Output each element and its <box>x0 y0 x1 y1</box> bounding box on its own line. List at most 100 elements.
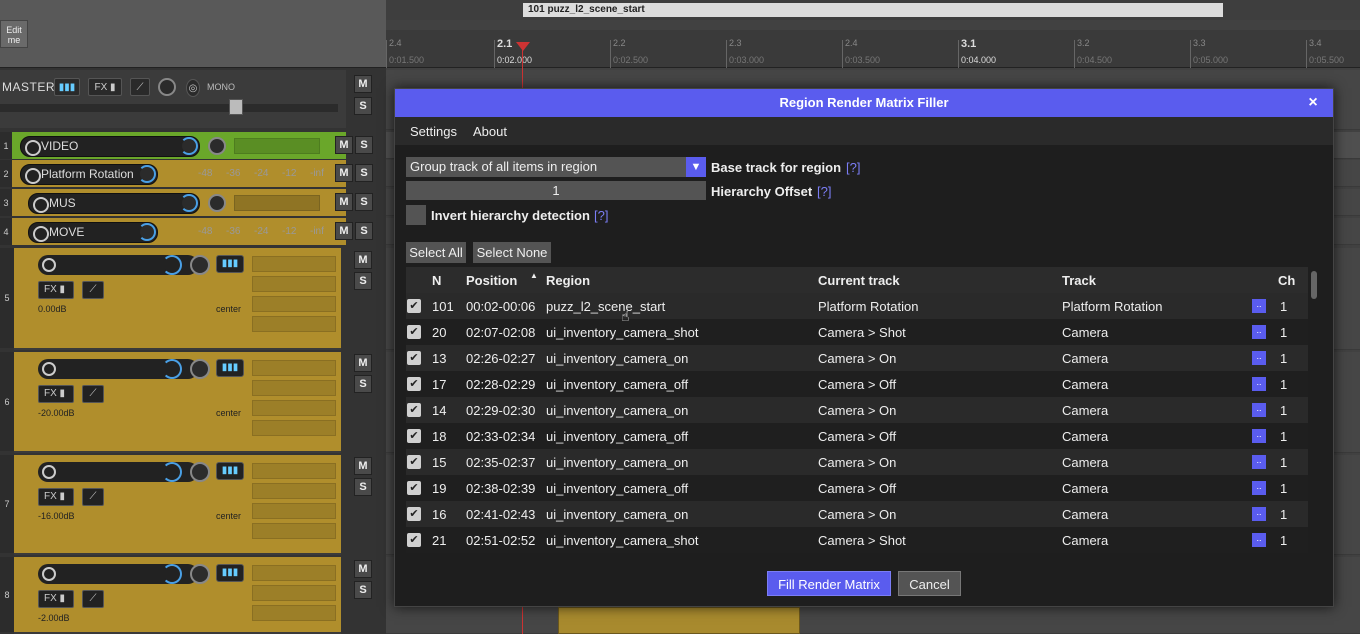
rec-knob[interactable] <box>162 462 182 482</box>
track-mus[interactable]: 3 MUS <box>0 189 346 216</box>
row-checkbox[interactable]: ✔ <box>407 351 421 365</box>
fx-slot[interactable] <box>252 585 336 601</box>
io-button[interactable]: ▮▮▮ <box>216 255 244 273</box>
track-2-solo-button[interactable]: S <box>355 164 373 182</box>
envelope-icon[interactable]: ⟋ <box>82 385 104 403</box>
fx-button[interactable]: FX ▮ <box>38 281 74 299</box>
volume-knob[interactable] <box>190 564 210 584</box>
fx-slot[interactable] <box>252 380 336 396</box>
track-picker-button[interactable]: .. <box>1252 377 1266 391</box>
volume-knob[interactable] <box>190 359 210 379</box>
invert-hierarchy-checkbox[interactable] <box>406 205 426 225</box>
select-none-button[interactable]: Select None <box>473 242 551 263</box>
track-picker-button[interactable]: .. <box>1252 481 1266 495</box>
fx-slot[interactable] <box>252 523 336 539</box>
base-track-dropdown[interactable]: Group track of all items in region ▼ <box>406 157 706 177</box>
row-checkbox[interactable]: ✔ <box>407 455 421 469</box>
fx-slot[interactable] <box>252 605 336 621</box>
fx-slot[interactable] <box>252 316 336 332</box>
row-checkbox[interactable]: ✔ <box>407 325 421 339</box>
track-5-mute-button[interactable]: M <box>354 251 372 269</box>
track-picker-button[interactable]: .. <box>1252 507 1266 521</box>
master-io-button[interactable]: ▮▮▮ <box>54 78 80 96</box>
playhead-marker-icon[interactable] <box>516 42 530 51</box>
track-6[interactable]: 6 ▮▮▮ FX ▮ ⟋ -20.00dB center <box>0 352 341 453</box>
envelope-icon[interactable]: ⟋ <box>82 590 104 608</box>
track-1-solo-button[interactable]: S <box>355 136 373 154</box>
track-picker-button[interactable]: .. <box>1252 325 1266 339</box>
chevron-down-icon[interactable]: ▼ <box>686 157 706 177</box>
track-3-solo-button[interactable]: S <box>355 193 373 211</box>
fx-slot[interactable] <box>252 420 336 436</box>
master-fader-handle[interactable] <box>229 99 243 115</box>
io-button[interactable]: ▮▮▮ <box>216 462 244 480</box>
mono-icon[interactable]: ◎ <box>186 79 200 97</box>
master-volume-knob[interactable] <box>158 78 176 96</box>
fx-slot[interactable] <box>252 565 336 581</box>
table-scrollbar[interactable] <box>1311 271 1317 299</box>
track-picker-button[interactable]: .. <box>1252 455 1266 469</box>
rec-knob[interactable] <box>162 359 182 379</box>
io-button[interactable]: ▮▮▮ <box>216 564 244 582</box>
fx-slot[interactable] <box>252 400 336 416</box>
fx-slot[interactable] <box>252 256 336 272</box>
fx-slot[interactable] <box>252 463 336 479</box>
fx-slot[interactable] <box>252 276 336 292</box>
table-row[interactable]: ✔ 13 02:26-02:27 ui_inventory_camera_on Came… <box>406 345 1308 371</box>
select-all-button[interactable]: Select All <box>406 242 466 263</box>
rec-knob[interactable] <box>162 255 182 275</box>
envelope-icon[interactable]: ⟋ <box>82 488 104 506</box>
volume-knob[interactable] <box>190 255 210 275</box>
track-5-solo-button[interactable]: S <box>354 272 372 290</box>
row-checkbox[interactable]: ✔ <box>407 403 421 417</box>
table-row[interactable]: ✔ 14 02:29-02:30 ui_inventory_camera_on Came… <box>406 397 1308 423</box>
track-picker-button[interactable]: .. <box>1252 351 1266 365</box>
track-7-solo-button[interactable]: S <box>354 478 372 496</box>
fx-slot[interactable] <box>252 483 336 499</box>
track-3-mute-button[interactable]: M <box>335 193 353 211</box>
hierarchy-offset-slider[interactable]: 1 <box>406 181 706 200</box>
volume-knob[interactable] <box>208 194 226 212</box>
fx-button[interactable]: FX ▮ <box>38 590 74 608</box>
table-row[interactable]: ✔ 18 02:33-02:34 ui_inventory_camera_off Cam… <box>406 423 1308 449</box>
row-checkbox[interactable]: ✔ <box>407 533 421 547</box>
edit-me-button[interactable]: Edit me <box>0 20 28 48</box>
invert-hierarchy-help[interactable]: [?] <box>594 208 608 223</box>
track-picker-button[interactable]: .. <box>1252 299 1266 313</box>
fx-button[interactable]: FX ▮ <box>38 488 74 506</box>
track-picker-button[interactable]: .. <box>1252 533 1266 547</box>
track-name[interactable]: MUS <box>28 193 200 214</box>
rec-knob[interactable] <box>138 223 156 241</box>
table-row[interactable]: ✔ 15 02:35-02:37 ui_inventory_camera_on Came… <box>406 449 1308 475</box>
hierarchy-offset-help[interactable]: [?] <box>817 184 831 199</box>
timeline-ruler[interactable]: 2.4 0:01.500 2.1 0:02.000 2.2 0:02.500 2… <box>386 30 1360 68</box>
fx-button[interactable]: FX ▮ <box>38 385 74 403</box>
cancel-button[interactable]: Cancel <box>898 571 961 596</box>
fill-render-matrix-button[interactable]: Fill Render Matrix <box>767 571 891 596</box>
track-6-solo-button[interactable]: S <box>354 375 372 393</box>
track-5[interactable]: 5 ▮▮▮ FX ▮ ⟋ 0.00dB center <box>0 248 341 350</box>
track-7-mute-button[interactable]: M <box>354 457 372 475</box>
base-track-help[interactable]: [?] <box>846 160 860 175</box>
table-row[interactable]: ✔ 101 00:02-00:06 puzz_l2_scene_start Platfo… <box>406 293 1308 319</box>
close-icon[interactable]: × <box>1303 93 1323 113</box>
volume-knob[interactable] <box>190 462 210 482</box>
table-row[interactable]: ✔ 19 02:38-02:39 ui_inventory_camera_off Cam… <box>406 475 1308 501</box>
fx-slot[interactable] <box>252 360 336 376</box>
table-row[interactable]: ✔ 21 02:51-02:52 ui_inventory_camera_shot Ca… <box>406 527 1308 553</box>
track-2-mute-button[interactable]: M <box>335 164 353 182</box>
row-checkbox[interactable]: ✔ <box>407 377 421 391</box>
master-track[interactable]: MASTER ▮▮▮ FX ▮ ⟋ ◎ MONO <box>0 70 346 128</box>
rec-knob[interactable] <box>162 564 182 584</box>
rec-knob[interactable] <box>180 137 198 155</box>
col-ch[interactable]: Ch <box>1278 273 1295 288</box>
col-current-track[interactable]: Current track <box>818 273 900 288</box>
row-checkbox[interactable]: ✔ <box>407 429 421 443</box>
track-8-solo-button[interactable]: S <box>354 581 372 599</box>
col-position[interactable]: Position <box>466 273 517 288</box>
master-fx-button[interactable]: FX ▮ <box>88 78 122 96</box>
table-row[interactable]: ✔ 16 02:41-02:43 ui_inventory_camera_on Came… <box>406 501 1308 527</box>
fx-slot[interactable] <box>252 503 336 519</box>
media-item[interactable] <box>558 607 800 634</box>
menu-about[interactable]: About <box>473 124 507 139</box>
